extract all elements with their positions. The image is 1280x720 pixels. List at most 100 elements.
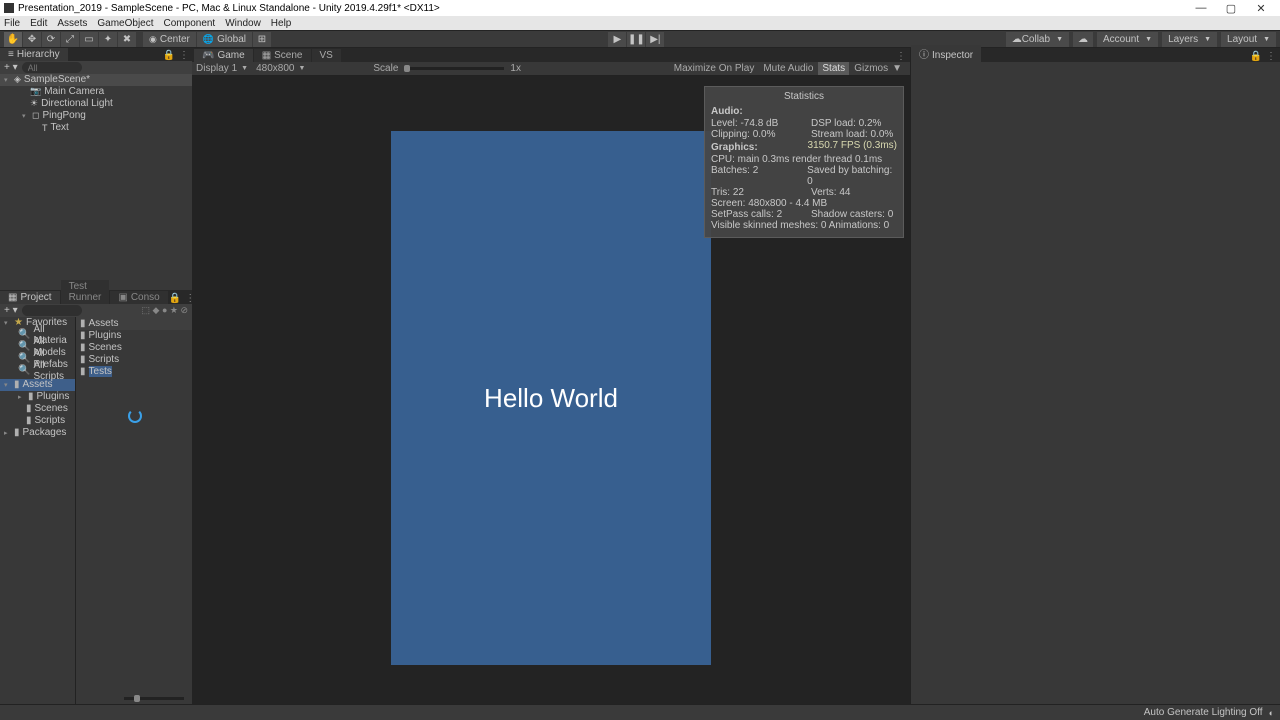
game-canvas: Hello World [391, 131, 711, 665]
panel-menu-icon[interactable]: ⋮ [179, 50, 189, 61]
aspect-dropdown[interactable]: 480x800▼ [256, 63, 305, 74]
expand-icon[interactable]: ▸ [4, 429, 12, 437]
project-tabs: ▦Project Test Runner ▣Conso 🔒⋮ [0, 290, 192, 304]
layers-dropdown[interactable]: Layers▼ [1162, 32, 1217, 47]
layout-dropdown[interactable]: Layout▼ [1221, 32, 1276, 47]
stats-tris: Tris: 22 [711, 187, 811, 198]
hierarchy-item[interactable]: ☀Directional Light [0, 98, 192, 110]
packages-row[interactable]: ▸▮Packages [0, 427, 75, 439]
account-dropdown[interactable]: Account▼ [1097, 32, 1158, 47]
lock-icon[interactable]: 🔒 [163, 50, 175, 61]
lighting-status[interactable]: Auto Generate Lighting Off [1144, 707, 1263, 718]
handle-toggle[interactable]: 🌐Global [197, 32, 252, 47]
create-dropdown[interactable]: + ▾ [4, 305, 18, 316]
caret-down-icon: ▼ [241, 65, 248, 72]
tab-hierarchy[interactable]: ≡Hierarchy [0, 48, 68, 61]
folder-icon: ▮ [14, 427, 20, 438]
expand-icon[interactable]: ▾ [22, 112, 30, 120]
filter-icons[interactable]: ⬚ ◆ ● ★ ⊘ [142, 305, 188, 316]
lock-icon[interactable]: 🔒 [169, 293, 181, 304]
folder-icon: ▮ [80, 342, 86, 353]
tab-game[interactable]: 🎮Game [194, 49, 253, 62]
stats-overlay: Statistics Audio: Level: -74.8 dBDSP loa… [704, 86, 904, 238]
list-item[interactable]: ▮Tests [76, 366, 192, 378]
stats-toggle[interactable]: Stats [818, 62, 849, 75]
list-item[interactable]: ▮Scenes [76, 342, 192, 354]
hand-tool-button[interactable]: ✋ [4, 32, 22, 47]
folder-icon: ▮ [80, 366, 86, 377]
expand-icon[interactable]: ▾ [4, 76, 12, 84]
tab-scene[interactable]: ▦Scene [254, 49, 311, 62]
step-button[interactable]: ▶| [646, 32, 664, 47]
lock-icon[interactable]: 🔒 [1250, 51, 1262, 62]
list-item[interactable]: ▮Plugins [76, 330, 192, 342]
panel-menu-icon[interactable]: ⋮ [896, 51, 906, 62]
star-icon: ★ [14, 317, 23, 328]
caret-down-icon: ▼ [1204, 36, 1211, 43]
tab-inspector[interactable]: ⓘInspector [911, 45, 981, 62]
cloud-icon: ☁ [1078, 34, 1088, 45]
thumbnail-size-slider[interactable] [124, 697, 184, 700]
list-item[interactable]: ▮Scripts [76, 354, 192, 366]
menu-file[interactable]: File [4, 18, 20, 29]
display-dropdown[interactable]: Display 1▼ [196, 63, 248, 74]
hierarchy-item[interactable]: TText [0, 122, 192, 134]
menu-assets[interactable]: Assets [57, 18, 87, 29]
expand-icon[interactable]: ▾ [4, 381, 12, 389]
project-search-input[interactable] [22, 305, 82, 316]
scale-slider[interactable] [404, 67, 504, 70]
pause-button[interactable]: ❚❚ [627, 32, 645, 47]
play-button[interactable]: ▶ [608, 32, 626, 47]
create-dropdown[interactable]: + ▾ [4, 62, 18, 73]
menu-window[interactable]: Window [225, 18, 261, 29]
lighting-icon[interactable]: ◐ [1269, 708, 1274, 718]
hierarchy-toolbar: + ▾ [0, 61, 192, 74]
menu-help[interactable]: Help [271, 18, 292, 29]
folder-item[interactable]: ▮Scenes [0, 403, 75, 415]
scene-row[interactable]: ▾◈SampleScene* [0, 74, 192, 86]
breadcrumb[interactable]: ▮Assets [76, 317, 192, 330]
menu-edit[interactable]: Edit [30, 18, 47, 29]
mute-audio-toggle[interactable]: Mute Audio [759, 62, 817, 75]
gizmos-dropdown[interactable]: Gizmos▼ [850, 62, 906, 75]
hierarchy-search-input[interactable] [22, 62, 82, 73]
custom-tool-button[interactable]: ✖ [118, 32, 136, 47]
maximize-on-play-toggle[interactable]: Maximize On Play [670, 62, 759, 75]
transform-tool-button[interactable]: ✦ [99, 32, 117, 47]
tab-project[interactable]: ▦Project [0, 291, 60, 304]
menu-component[interactable]: Component [164, 18, 216, 29]
rect-tool-button[interactable]: ▭ [80, 32, 98, 47]
tab-console[interactable]: ▣Conso [110, 291, 167, 304]
scale-tool-button[interactable]: ⤢ [61, 32, 79, 47]
menu-gameobject[interactable]: GameObject [97, 18, 153, 29]
hierarchy-item[interactable]: 📷Main Camera [0, 86, 192, 98]
expand-icon[interactable]: ▸ [18, 393, 26, 401]
folder-icon: ▮ [26, 415, 32, 426]
close-button[interactable]: ✕ [1246, 2, 1276, 15]
folder-icon: ▮ [80, 330, 86, 341]
fav-item[interactable]: 🔍All Scripts [0, 365, 75, 377]
minimize-button[interactable]: — [1186, 2, 1216, 14]
rotate-tool-button[interactable]: ⟳ [42, 32, 60, 47]
snap-toggle[interactable]: ⊞ [253, 32, 271, 47]
project-content: ▮Assets ▮Plugins ▮Scenes ▮Scripts ▮Tests [76, 317, 192, 704]
collab-dropdown[interactable]: ☁Collab▼ [1006, 32, 1069, 47]
search-icon: 🔍 [18, 365, 30, 376]
panel-menu-icon[interactable]: ⋮ [1266, 51, 1276, 62]
tab-test-runner[interactable]: Test Runner [61, 280, 110, 304]
menubar: File Edit Assets GameObject Component Wi… [0, 16, 1280, 30]
expand-icon[interactable]: ▾ [4, 319, 12, 327]
stats-saved: Saved by batching: 0 [807, 165, 897, 187]
folder-item[interactable]: ▸▮Plugins [0, 391, 75, 403]
tab-vs[interactable]: VS [312, 49, 341, 62]
maximize-button[interactable]: ▢ [1216, 2, 1246, 15]
folder-item[interactable]: ▮Scripts [0, 415, 75, 427]
cloud-button[interactable]: ☁ [1073, 32, 1093, 47]
audio-header: Audio: [711, 106, 897, 117]
pivot-toggle[interactable]: ◉Center [143, 32, 196, 47]
hierarchy-item[interactable]: ▾◻PingPong [0, 110, 192, 122]
gameobject-icon: ◻ [32, 110, 39, 121]
center-icon: ◉ [149, 34, 157, 45]
move-tool-button[interactable]: ✥ [23, 32, 41, 47]
stats-skinned: Visible skinned meshes: 0 Animations: 0 [711, 220, 897, 231]
